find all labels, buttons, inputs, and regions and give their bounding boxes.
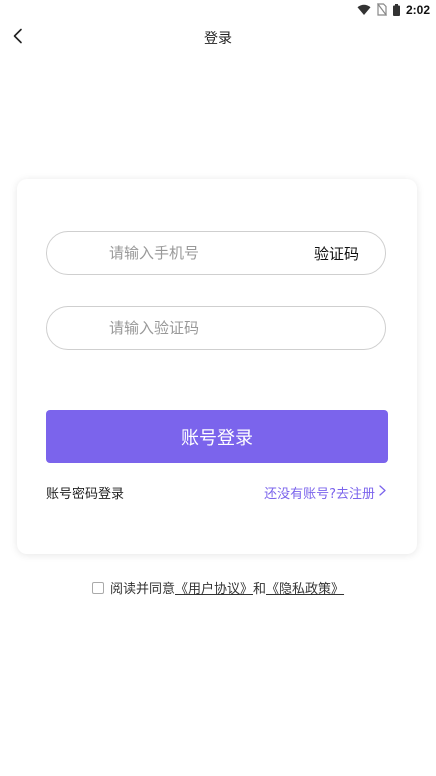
login-button[interactable]: 账号登录 bbox=[46, 410, 388, 463]
nav-bar: 登录 bbox=[0, 20, 436, 56]
wifi-icon bbox=[357, 1, 371, 20]
login-card: 验证码 账号登录 账号密码登录 还没有账号?去注册 bbox=[17, 179, 417, 554]
battery-icon bbox=[392, 1, 400, 20]
code-input[interactable] bbox=[109, 307, 359, 349]
agreement-prefix: 阅读并同意 bbox=[109, 582, 175, 597]
no-sim-icon bbox=[376, 1, 387, 20]
phone-input[interactable] bbox=[109, 232, 269, 274]
agreement: 阅读并同意 《用户协议》 和 《隐私政策》 bbox=[0, 578, 436, 597]
agreement-checkbox[interactable] bbox=[91, 581, 104, 594]
status-time: 2:02 bbox=[405, 3, 430, 17]
register-link-label: 还没有账号?去注册 bbox=[264, 487, 375, 502]
password-login-link[interactable]: 账号密码登录 bbox=[46, 483, 124, 502]
privacy-policy-link[interactable]: 《隐私政策》 bbox=[266, 578, 344, 597]
register-link[interactable]: 还没有账号?去注册 bbox=[264, 483, 386, 502]
status-bar: 2:02 bbox=[0, 0, 436, 20]
agreement-conjunction: 和 bbox=[253, 582, 267, 597]
chevron-right-icon bbox=[379, 485, 386, 500]
get-code-button[interactable]: 验证码 bbox=[314, 232, 359, 274]
phone-input-row: 验证码 bbox=[46, 231, 386, 275]
code-input-row bbox=[46, 306, 386, 350]
user-agreement-link[interactable]: 《用户协议》 bbox=[175, 578, 253, 597]
status-icons: 2:02 bbox=[357, 2, 430, 18]
page-title: 登录 bbox=[204, 31, 232, 47]
